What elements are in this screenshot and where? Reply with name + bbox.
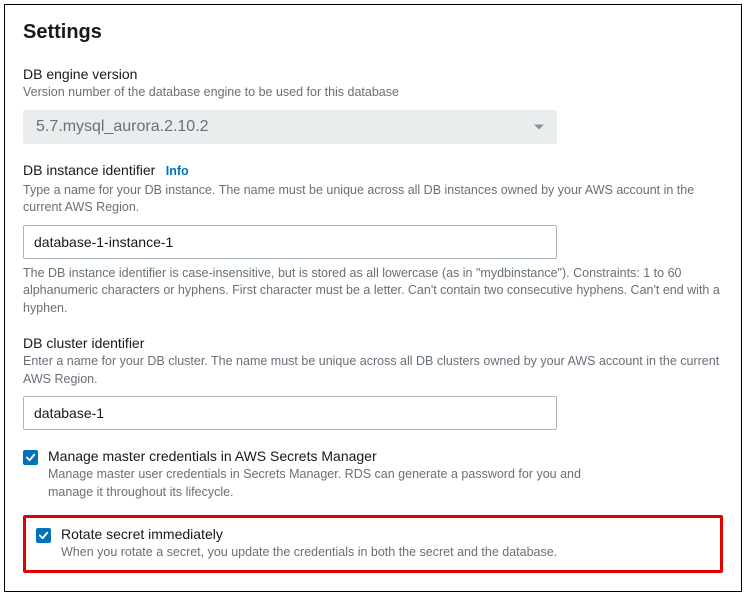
manage-credentials-checkbox[interactable] <box>23 450 38 465</box>
manage-credentials-text: Manage master credentials in AWS Secrets… <box>48 448 608 501</box>
rotate-secret-checkbox[interactable] <box>36 528 51 543</box>
db-engine-version-value: 5.7.mysql_aurora.2.10.2 <box>36 118 209 136</box>
check-icon <box>38 530 49 541</box>
db-engine-version-select[interactable]: 5.7.mysql_aurora.2.10.2 <box>23 110 557 144</box>
rotate-secret-highlight: Rotate secret immediately When you rotat… <box>23 515 723 573</box>
info-link[interactable]: Info <box>166 164 189 178</box>
db-engine-version-desc: Version number of the database engine to… <box>23 84 723 102</box>
manage-credentials-label: Manage master credentials in AWS Secrets… <box>48 448 608 464</box>
rotate-secret-row: Rotate secret immediately When you rotat… <box>36 526 710 562</box>
db-instance-identifier-desc: Type a name for your DB instance. The na… <box>23 182 723 217</box>
db-instance-identifier-help: The DB instance identifier is case-insen… <box>23 265 723 318</box>
db-cluster-identifier-desc: Enter a name for your DB cluster. The na… <box>23 353 723 388</box>
db-instance-identifier-input[interactable] <box>23 225 557 259</box>
page-title: Settings <box>23 21 723 44</box>
manage-credentials-row: Manage master credentials in AWS Secrets… <box>23 448 723 501</box>
settings-panel: Settings DB engine version Version numbe… <box>4 4 742 592</box>
rotate-secret-text: Rotate secret immediately When you rotat… <box>61 526 557 562</box>
chevron-down-icon <box>534 124 544 129</box>
rotate-secret-desc: When you rotate a secret, you update the… <box>61 544 557 562</box>
field-db-instance-identifier: DB instance identifier Info Type a name … <box>23 162 723 318</box>
db-engine-version-label: DB engine version <box>23 66 723 82</box>
db-cluster-identifier-input[interactable] <box>23 396 557 430</box>
db-instance-identifier-label: DB instance identifier <box>23 162 155 178</box>
db-cluster-identifier-label: DB cluster identifier <box>23 335 723 351</box>
field-db-engine-version: DB engine version Version number of the … <box>23 66 723 144</box>
check-icon <box>25 452 36 463</box>
rotate-secret-label: Rotate secret immediately <box>61 526 557 542</box>
manage-credentials-desc: Manage master user credentials in Secret… <box>48 466 608 501</box>
field-db-cluster-identifier: DB cluster identifier Enter a name for y… <box>23 335 723 430</box>
